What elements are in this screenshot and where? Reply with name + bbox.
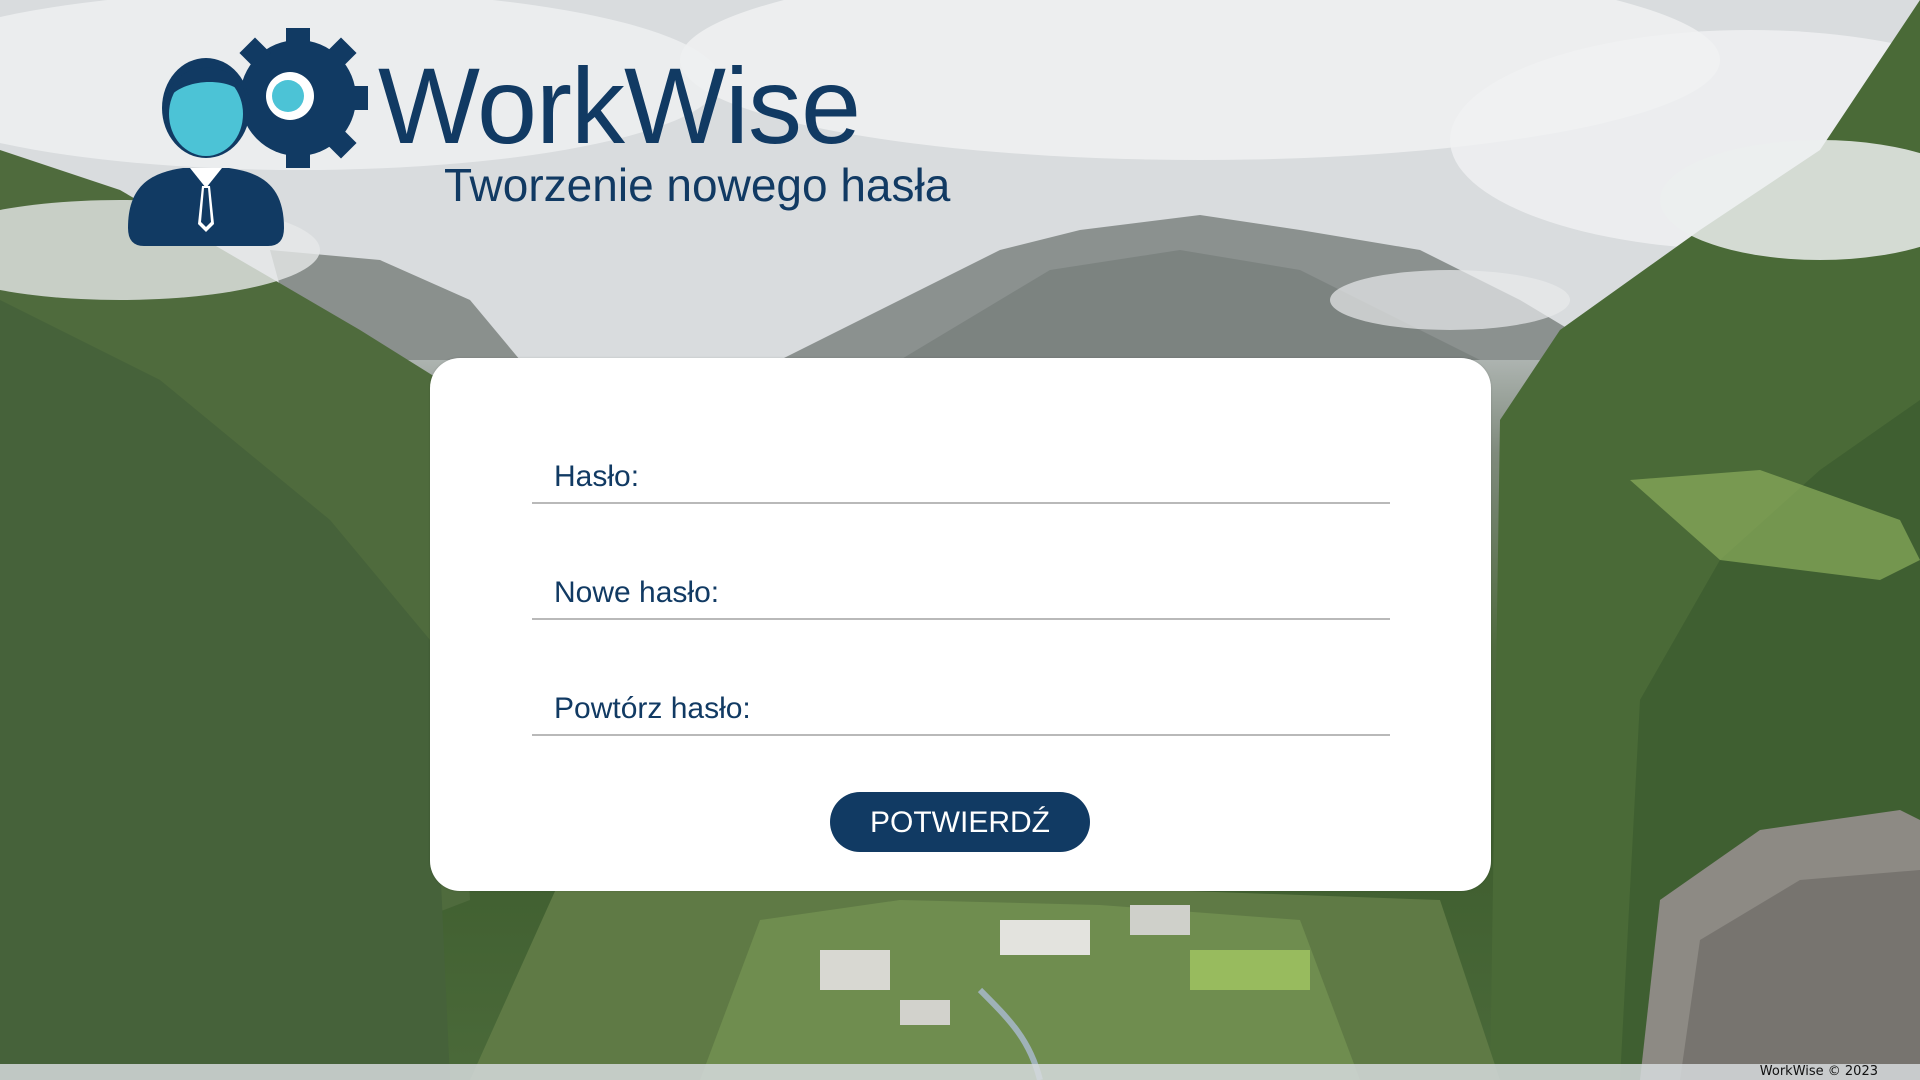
repeat-password-label: Powtórz hasło: xyxy=(554,692,751,725)
page-subtitle: Tworzenie nowego hasła xyxy=(444,159,951,211)
new-password-label: Nowe hasło: xyxy=(554,576,720,609)
app-title: WorkWise xyxy=(378,45,861,166)
repeat-password-input[interactable] xyxy=(792,686,1380,728)
footer-bar: WorkWise © 2023 xyxy=(0,1064,1920,1080)
new-password-field[interactable]: Nowe hasło: xyxy=(532,558,1390,620)
repeat-password-field[interactable]: Powtórz hasło: xyxy=(532,674,1390,736)
footer-copyright: WorkWise © 2023 xyxy=(1759,1064,1878,1079)
current-password-label: Hasło: xyxy=(554,460,640,493)
password-form-card: Hasło: Nowe hasło: Powtórz hasło: POTWIE… xyxy=(430,358,1491,891)
new-password-input[interactable] xyxy=(792,570,1380,612)
workwise-logo-icon xyxy=(128,28,368,246)
current-password-field[interactable]: Hasło: xyxy=(532,442,1390,504)
current-password-input[interactable] xyxy=(792,454,1380,496)
confirm-button[interactable]: POTWIERDŹ xyxy=(830,792,1090,852)
